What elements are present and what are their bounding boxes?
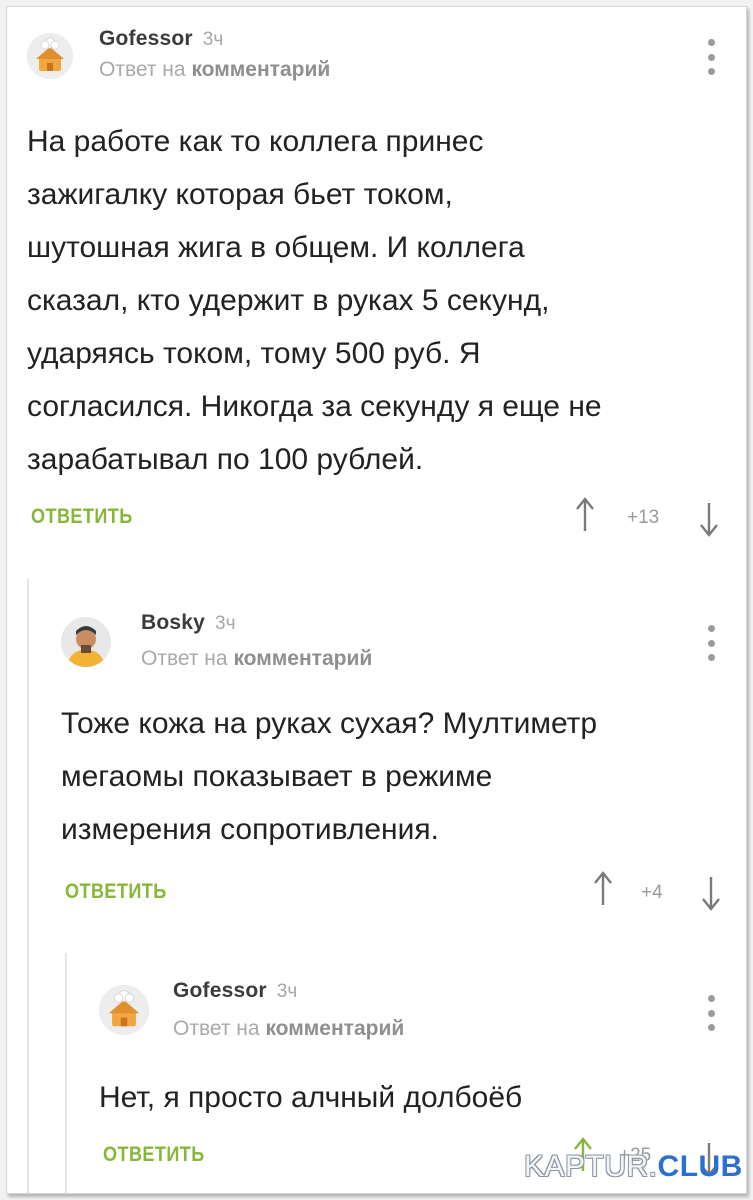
reply-to-link[interactable]: комментарий <box>233 647 372 670</box>
comment-1: Gofessor 3ч Ответ на комментарий На работ… <box>27 27 727 547</box>
watermark-main: KAPTUR. <box>524 1150 658 1183</box>
comment-text-line: сказал, кто удержит в руках 5 секунд, <box>27 284 550 317</box>
upvote-arrow-icon[interactable] <box>575 497 595 533</box>
comment-time: 3ч <box>202 29 224 50</box>
reply-button[interactable]: ОТВЕТИТЬ <box>103 1143 205 1167</box>
comment-text-line: зажигалку которая бьет током, <box>27 178 453 211</box>
author-name[interactable]: Gofessor <box>99 27 193 50</box>
thread-line <box>65 953 67 1193</box>
comments-screenshot-frame: Gofessor 3ч Ответ на комментарий На работ… <box>6 6 747 1194</box>
comment-text: Нет, я просто алчный долбоёб <box>99 1071 522 1124</box>
downvote-arrow-icon[interactable] <box>699 501 719 537</box>
reply-button[interactable]: ОТВЕТИТЬ <box>31 505 133 529</box>
more-options-icon[interactable] <box>707 995 715 1031</box>
comment-text: Тоже кожа на руках сухая? Мултиметр мега… <box>61 697 597 856</box>
comment-text-line: шутошная жига в общем. И коллега <box>27 231 525 264</box>
author-name[interactable]: Gofessor <box>173 979 267 1002</box>
reply-to-prefix: Ответ на <box>173 1017 260 1040</box>
comment-text: На работе как то коллега принес зажигалк… <box>27 115 602 486</box>
comment-header: Gofessor 3ч Ответ на комментарий <box>99 977 727 1040</box>
comment-text-line: Нет, я просто алчный долбоёб <box>99 1081 523 1114</box>
site-watermark: KAPTUR.CLUB <box>524 1150 743 1184</box>
reply-to-link[interactable]: комментарий <box>191 58 330 81</box>
reply-button[interactable]: ОТВЕТИТЬ <box>65 880 167 904</box>
comment-text-line: На работе как то коллега принес <box>27 125 484 158</box>
more-options-icon[interactable] <box>707 625 715 661</box>
comment-header: Gofessor 3ч Ответ на комментарий <box>27 27 727 87</box>
more-options-icon[interactable] <box>707 39 715 75</box>
reply-to-prefix: Ответ на <box>99 58 186 81</box>
comment-meta: Gofessor 3ч <box>173 979 297 1003</box>
comment-time: 3ч <box>215 613 236 634</box>
comment-header: Bosky 3ч Ответ на комментарий <box>61 605 727 670</box>
comment-text-line: мегаомы показывает в режиме <box>61 760 493 793</box>
reply-to-line: Ответ на комментарий <box>173 1017 404 1041</box>
author-name[interactable]: Bosky <box>141 611 205 634</box>
watermark-accent: CLUB <box>657 1150 743 1183</box>
person-avatar-icon[interactable] <box>61 617 111 667</box>
upvote-arrow-icon[interactable] <box>593 871 613 907</box>
chef-house-avatar-icon[interactable] <box>27 33 73 79</box>
comment-text-line: Тоже кожа на руках сухая? Мултиметр <box>61 707 598 740</box>
comment-text-line: ударяясь током, тому 500 руб. Я <box>27 337 481 370</box>
comment-text-line: зарабатывал по 100 рублей. <box>27 443 424 476</box>
comment-meta: Gofessor 3ч <box>99 27 223 51</box>
downvote-arrow-icon[interactable] <box>701 875 721 911</box>
comment-time: 3ч <box>276 981 298 1002</box>
comment-2: Bosky 3ч Ответ на комментарий Тоже кожа н… <box>61 605 727 925</box>
comment-score: +13 <box>627 507 660 528</box>
comment-meta: Bosky 3ч <box>141 611 236 635</box>
reply-to-link[interactable]: комментарий <box>265 1017 404 1040</box>
thread-line <box>27 579 29 1193</box>
reply-to-prefix: Ответ на <box>141 647 228 670</box>
comment-text-line: измерения сопротивления. <box>61 813 439 846</box>
reply-to-line: Ответ на комментарий <box>141 647 372 671</box>
chef-house-avatar-icon[interactable] <box>99 985 149 1035</box>
comment-text-line: согласился. Никогда за секунду я еще не <box>27 390 602 423</box>
reply-to-line: Ответ на комментарий <box>99 58 330 82</box>
comment-score: +4 <box>641 882 663 903</box>
